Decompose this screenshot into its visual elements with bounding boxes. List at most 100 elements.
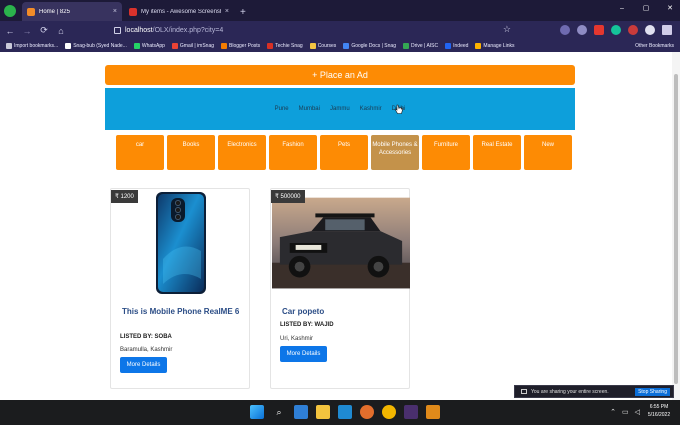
hand-cursor-icon (395, 104, 403, 114)
city-link-mumbai[interactable]: Mumbai (299, 106, 320, 112)
app-icon[interactable] (404, 405, 418, 419)
file-explorer-icon[interactable] (316, 405, 330, 419)
listing-card: ₹ 1200 This is Mobile Phone RealME 6 LIS… (110, 188, 250, 389)
profile-icon[interactable] (645, 25, 655, 35)
window-controls: – ▢ ✕ (616, 3, 676, 13)
windows-start-icon[interactable] (250, 405, 264, 419)
category-new[interactable]: New (524, 135, 572, 170)
category-fashion[interactable]: Fashion (269, 135, 317, 170)
extension-icon[interactable] (577, 25, 587, 35)
scrollbar-thumb[interactable] (674, 74, 678, 384)
bookmark-item[interactable]: Indeed (445, 43, 468, 49)
url-path: /OLX/index.php?city=4 (152, 27, 224, 34)
back-icon[interactable]: ← (3, 26, 17, 36)
bookmark-icon (65, 43, 72, 49)
category-books[interactable]: Books (167, 135, 215, 170)
tab-close-icon[interactable]: × (113, 8, 117, 15)
grammarly-icon[interactable] (611, 25, 621, 35)
pocket-icon[interactable] (560, 25, 570, 35)
listing-location: Baramulla, Kashmir (120, 347, 173, 353)
tab-home[interactable]: Home | 825 × (22, 2, 122, 21)
reload-icon[interactable]: ⟳ (37, 25, 51, 36)
listing-image-car[interactable] (272, 197, 410, 289)
category-car[interactable]: car (116, 135, 164, 170)
screen-share-notification: You are sharing your entire screen. Stop… (514, 385, 674, 398)
city-link-kashmir[interactable]: Kashmir (360, 106, 382, 112)
listing-seller: LISTED BY: WAJID (280, 322, 334, 328)
address-bar[interactable]: localhost/OLX/index.php?city=4 ☆ (114, 23, 519, 38)
search-icon[interactable]: ⌕ (272, 405, 286, 419)
city-link-jammu[interactable]: Jammu (330, 106, 350, 112)
taskbar-clock[interactable]: 6:55 PM 5/16/2022 (644, 404, 674, 419)
bookmark-icon (309, 43, 316, 49)
stop-sharing-button[interactable]: Stop Sharing (635, 388, 670, 396)
firefox-view-icon[interactable] (4, 5, 16, 17)
windows-taskbar: ⌕ ⌃ ▭ ◁ 6:55 PM 5/16/2022 (0, 400, 680, 425)
category-furniture[interactable]: Furniture (422, 135, 470, 170)
toolbar-extensions (560, 25, 672, 35)
adblock-icon[interactable] (628, 25, 638, 35)
bookmark-item[interactable]: Blogger Posts (221, 43, 260, 49)
tab-close-icon[interactable]: × (225, 8, 229, 15)
screenshot-extension-icon[interactable] (594, 25, 604, 35)
page-scrollbar[interactable] (672, 52, 680, 400)
bookmark-icon (6, 43, 12, 49)
category-electronics[interactable]: Electronics (218, 135, 266, 170)
taskbar-apps: ⌕ (250, 405, 440, 419)
listing-image-phone[interactable] (111, 189, 251, 299)
lock-icon (114, 27, 121, 34)
close-window-icon[interactable]: ✕ (664, 3, 676, 13)
new-tab-button[interactable]: + (240, 7, 246, 18)
tab-my-items[interactable]: My items - Awesome Screenshot × (124, 2, 234, 21)
system-tray: ⌃ ▭ ◁ (610, 408, 640, 416)
vscode-icon[interactable] (338, 405, 352, 419)
listing-location: Uri, Kashmir (280, 336, 314, 342)
bookmark-item[interactable]: WhatsApp (133, 43, 165, 49)
listing-seller: LISTED BY: SOBA (120, 334, 172, 340)
bookmark-item[interactable]: Google Docs | Snag (343, 43, 396, 49)
menu-icon[interactable] (662, 25, 672, 35)
city-link-pune[interactable]: Pune (275, 106, 289, 112)
forward-icon[interactable]: → (20, 26, 34, 36)
firefox-icon[interactable] (360, 405, 374, 419)
tray-overflow-icon[interactable]: ⌃ (610, 408, 616, 416)
url-host: localhost (125, 27, 153, 34)
bookmark-icon (445, 43, 452, 49)
browser-toolbar: ← → ⟳ ⌂ localhost/OLX/index.php?city=4 ☆ (0, 21, 680, 40)
listing-title[interactable]: This is Mobile Phone RealME 6 (122, 307, 241, 317)
share-screen-icon (521, 389, 527, 394)
more-details-button[interactable]: More Details (120, 357, 167, 373)
minimize-icon[interactable]: – (616, 3, 628, 13)
category-pets[interactable]: Pets (320, 135, 368, 170)
tab-favicon-icon (27, 7, 35, 16)
home-icon[interactable]: ⌂ (54, 26, 68, 36)
app-icon-orange[interactable] (426, 405, 440, 419)
bookmark-item[interactable]: Techie Snag (267, 43, 303, 49)
city-nav-bar: Pune Mumbai Jammu Kashmir Delhi (105, 88, 575, 130)
maximize-icon[interactable]: ▢ (640, 3, 652, 13)
bookmark-item[interactable]: Snag-bub (Syed Nade... (65, 43, 127, 49)
bookmark-icon (343, 43, 350, 49)
browser-tab-strip: Home | 825 × My items - Awesome Screensh… (0, 0, 680, 21)
other-bookmarks[interactable]: Other Bookmarks (635, 43, 674, 49)
chrome-icon[interactable] (382, 405, 396, 419)
share-message: You are sharing your entire screen. (531, 388, 609, 395)
volume-icon[interactable]: ◁ (635, 408, 640, 416)
bookmark-item[interactable]: Manage Links (475, 43, 515, 49)
bookmark-item[interactable]: Drive | AISC (402, 43, 438, 49)
bookmark-item[interactable]: Courses (309, 43, 336, 49)
bookmark-icon (171, 43, 178, 49)
listing-card: ₹ 500000 Car popeto LISTED BY: WAJID Uri… (270, 188, 410, 389)
bookmark-item[interactable]: Import bookmarks... (6, 43, 58, 49)
network-icon[interactable]: ▭ (622, 408, 629, 416)
widgets-icon[interactable] (294, 405, 308, 419)
category-real-estate[interactable]: Real Estate (473, 135, 521, 170)
bookmark-star-icon[interactable]: ☆ (503, 24, 511, 35)
url-text: localhost/OLX/index.php?city=4 (125, 27, 223, 34)
listing-title[interactable]: Car popeto (282, 307, 401, 317)
place-ad-button[interactable]: + Place an Ad (105, 65, 575, 85)
category-mobile-phones[interactable]: Mobile Phones & Accessories (371, 135, 419, 170)
more-details-button[interactable]: More Details (280, 346, 327, 362)
bookmark-item[interactable]: Gmail | imSnag (171, 43, 214, 49)
bookmark-icon (402, 43, 409, 49)
